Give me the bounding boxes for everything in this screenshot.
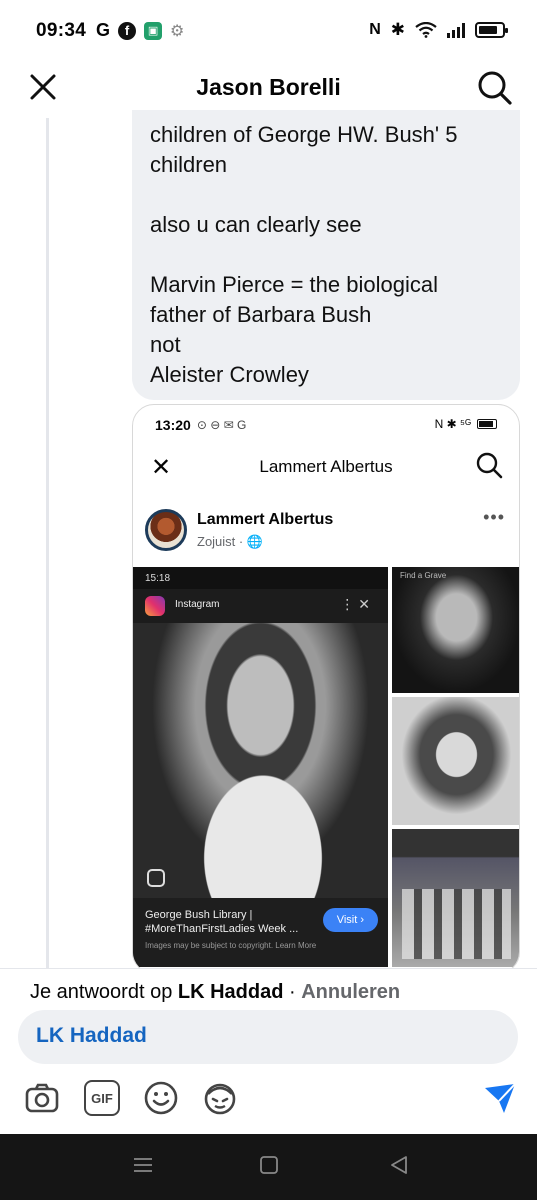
embedded-title: Lammert Albertus	[259, 457, 393, 476]
message-line: father of Barbara Bush	[150, 302, 372, 327]
embedded-battery-icon	[477, 419, 497, 429]
instagram-icon	[145, 596, 165, 616]
page-title: Jason Borelli	[196, 74, 341, 100]
send-icon[interactable]	[482, 1080, 518, 1116]
facebook-icon: f	[118, 21, 137, 40]
status-system-icons: N ✱	[369, 20, 508, 40]
recent-apps-icon[interactable]	[132, 1154, 154, 1176]
soldier-portrait: Find a Grave	[392, 567, 519, 693]
post-header: Lammert Albertus Zojuist · 🌐 •••	[145, 507, 507, 557]
avatar-sticker-icon[interactable]	[202, 1080, 238, 1116]
search-icon[interactable]	[477, 70, 513, 106]
embedded-system-icons: N ✱ ⁵ᴳ	[435, 417, 497, 431]
instagram-caption-card: George Bush Library | #MoreThanFirstLadi…	[133, 898, 388, 967]
settings-icon: ⚙	[170, 22, 185, 40]
wifi-icon	[415, 22, 437, 38]
shield-icon: ▣	[144, 21, 163, 40]
back-icon[interactable]	[388, 1154, 410, 1176]
message-line: Aleister Crowley	[150, 362, 309, 387]
status-bar: 09:34 G f ▣ ⚙ N ✱	[0, 0, 537, 62]
instagram-label: Instagram	[175, 599, 220, 610]
emoji-icon[interactable]	[143, 1080, 179, 1116]
embedded-search-icon	[476, 452, 503, 479]
gif-icon[interactable]: GIF	[84, 1080, 120, 1116]
visit-button: Visit ›	[322, 908, 378, 932]
reply-context: Je antwoordt op LK Haddad · Annuleren	[0, 968, 537, 1010]
copyright-note: Images may be subject to copyright. Lear…	[145, 941, 317, 950]
inner-status-time: 15:18	[145, 573, 171, 584]
message-bubble[interactable]: children of George HW. Bush' 5 children …	[132, 110, 520, 400]
status-time: 09:34	[36, 20, 87, 41]
message-input[interactable]: LK Haddad	[18, 1010, 518, 1064]
embedded-signal-icons: N ✱ ⁵ᴳ	[434, 417, 471, 431]
message-line: Marvin Pierce = the biological	[150, 272, 438, 297]
attached-screenshot[interactable]: 13:20 ⊙ ⊖ ✉ G N ✱ ⁵ᴳ ✕ Lammert Albertus …	[132, 404, 520, 974]
embedded-status-bar: 13:20 ⊙ ⊖ ✉ G	[155, 417, 246, 433]
google-icon: G	[96, 20, 111, 40]
reply-separator: ·	[283, 981, 302, 1003]
reply-prefix: Je antwoordt op	[30, 981, 178, 1003]
message-line: not	[150, 332, 181, 357]
instagram-controls: ⋮ ✕	[340, 596, 370, 612]
home-icon[interactable]	[258, 1154, 280, 1176]
post-author: Lammert Albertus	[197, 511, 334, 528]
post-photo-grid: 15:18 Instagram ⋮ ✕ George Bush Library …	[133, 567, 519, 971]
signal-icon	[447, 22, 465, 38]
nfc-icon: N	[369, 21, 381, 38]
status-notification-icons: G f ▣ ⚙	[96, 20, 184, 41]
embedded-status-icons: ⊙ ⊖ ✉ G	[196, 418, 247, 432]
more-options-icon: •••	[483, 507, 505, 527]
message-line: children of George HW. Bush' 5	[150, 122, 458, 147]
instagram-screenshot: 15:18 Instagram ⋮ ✕ George Bush Library …	[133, 567, 388, 967]
embedded-time: 13:20	[155, 417, 191, 433]
lens-icon	[147, 869, 165, 887]
cancel-reply-button[interactable]: Annuleren	[301, 981, 400, 1003]
girl-photo	[133, 623, 388, 903]
composer-toolbar: GIF	[0, 1076, 537, 1126]
system-navigation-bar	[0, 1134, 537, 1200]
findagrave-label: Find a Grave	[400, 571, 447, 580]
woman-portrait	[392, 697, 519, 825]
bluetooth-icon: ✱	[390, 20, 405, 39]
battery-icon	[475, 22, 508, 38]
thread-line	[46, 118, 49, 968]
avatar	[145, 509, 187, 551]
reply-name: LK Haddad	[177, 981, 284, 1003]
camera-icon[interactable]	[24, 1080, 60, 1116]
post-meta: Zojuist · 🌐	[197, 534, 264, 549]
instagram-bar: Instagram ⋮ ✕	[133, 589, 388, 623]
embedded-header: ✕ Lammert Albertus	[133, 449, 519, 485]
family-photo	[392, 829, 519, 967]
message-line: children	[150, 152, 228, 177]
message-line: also u can clearly see	[150, 212, 362, 237]
